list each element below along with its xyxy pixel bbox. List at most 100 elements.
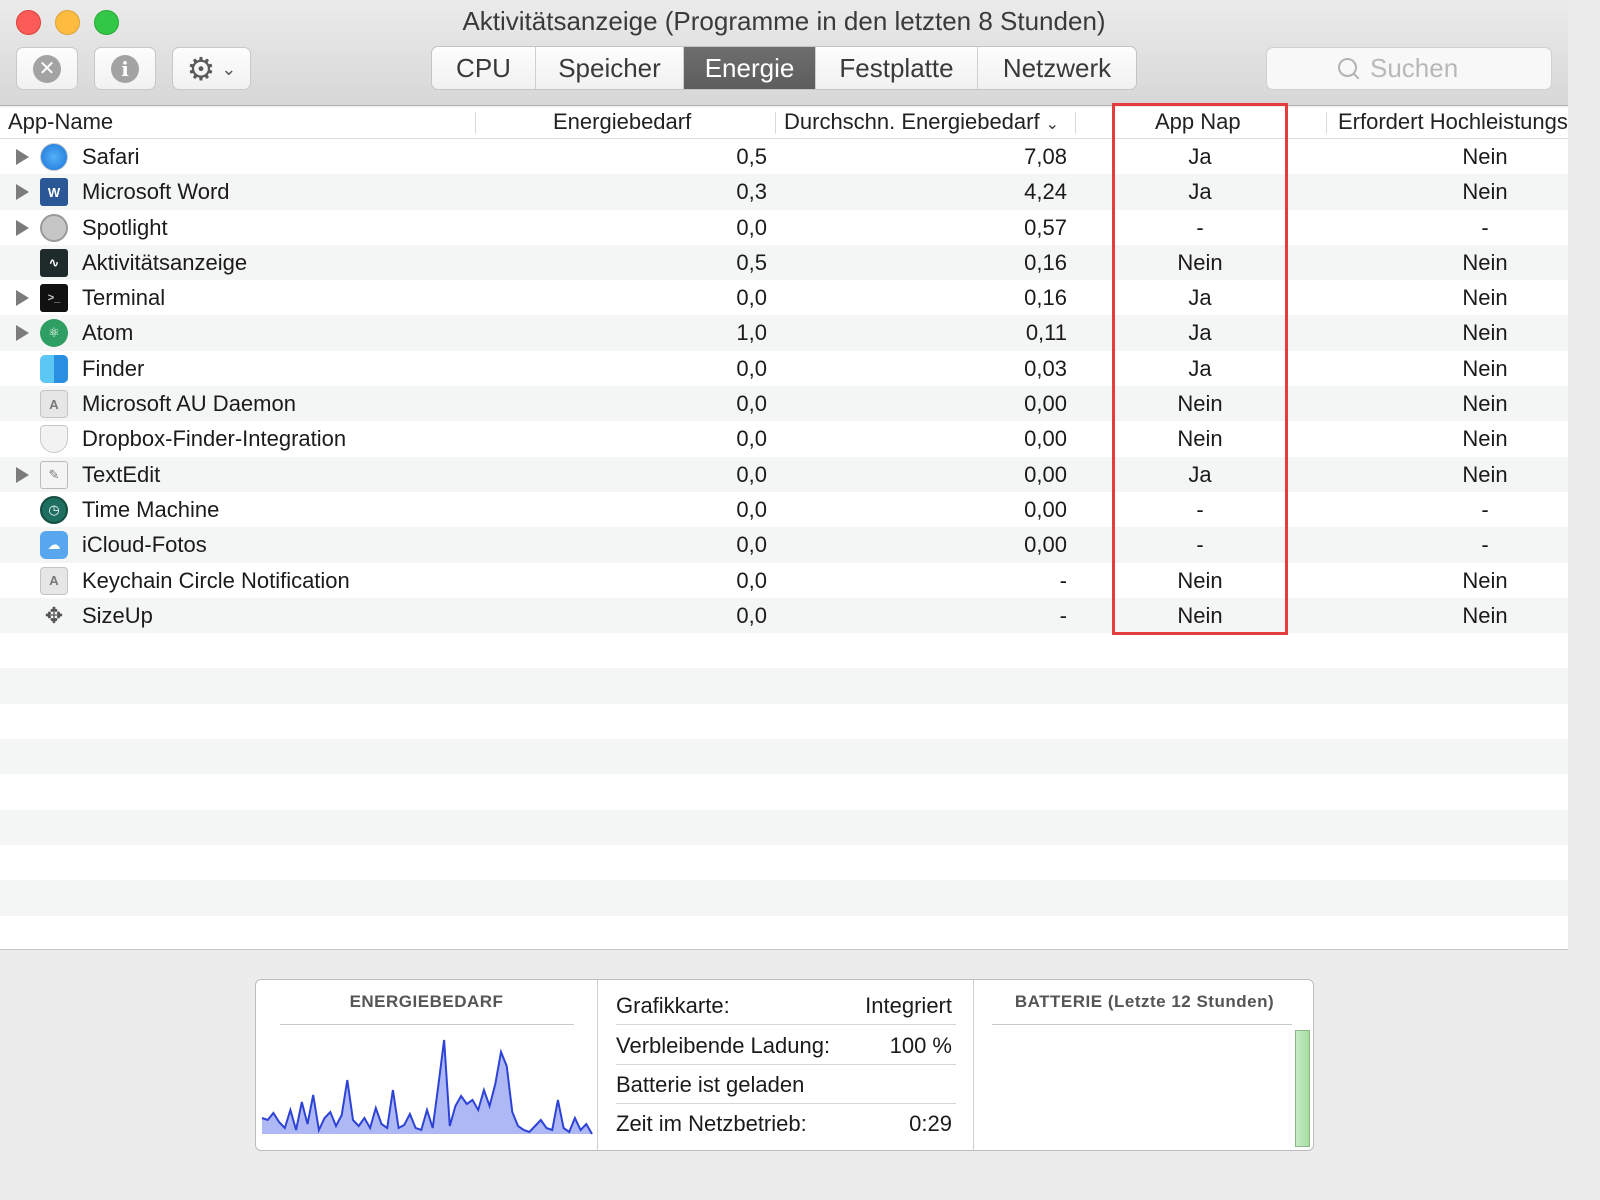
column-header-app-name[interactable]: App-Name [8,107,113,139]
tab-bar: CPU Speicher Energie Festplatte Netzwerk [431,46,1137,90]
energy-chart-section: ENERGIEBEDARF [256,980,598,1150]
table-row[interactable]: ∿ Aktivitätsanzeige 0,5 0,16 Nein Nein [0,244,1568,281]
stat-remaining-charge: Verbleibende Ladung: 100 % [616,1026,956,1065]
energy-chart-title: ENERGIEBEDARF [349,992,504,1011]
disclosure-triangle-icon[interactable] [16,290,29,307]
table-row[interactable]: A Microsoft AU Daemon 0,0 0,00 Nein Nein [0,386,1568,422]
app-name-cell: Aktivitätsanzeige [82,249,248,275]
app-nap-cell: - [1196,496,1204,522]
table-row[interactable]: Spotlight 0,0 0,57 - - [0,210,1568,245]
avg-energy-cell: 0,11 [1025,320,1067,346]
high-performance-cell: Nein [1462,567,1508,593]
table-row[interactable]: ✥ SizeUp 0,0 - Nein Nein [0,597,1568,634]
avg-energy-cell: 7,08 [1024,144,1067,169]
disclosure-triangle-icon[interactable] [16,219,29,236]
energy-cell: 0,0 [736,461,767,487]
high-performance-cell: Nein [1462,144,1508,169]
avg-energy-cell: 0,00 [1024,532,1067,558]
energy-cell: 0,0 [736,567,767,593]
tab-festplatte[interactable]: Festplatte [816,47,978,89]
avg-energy-cell: 0,16 [1024,249,1067,275]
energy-cell: 0,0 [736,426,767,452]
table-row[interactable]: ⚛ Atom 1,0 0,11 Ja Nein [0,315,1568,351]
stat-label: Zeit im Netzbetrieb: [616,1111,807,1136]
table-body: Safari 0,5 7,08 Ja Nein W Microsoft Word 0,3 4,2… [0,139,1568,949]
avg-energy-cell: - [1059,567,1067,593]
inspect-process-button[interactable]: i [94,47,156,90]
word-icon: W [40,178,68,207]
app-nap-cell: Ja [1188,144,1212,169]
avg-energy-cell: 0,57 [1024,214,1067,240]
icloud-icon: ☁ [40,531,68,560]
disclosure-triangle-icon[interactable] [16,466,29,483]
table-row[interactable]: ☁ iCloud-Fotos 0,0 0,00 - - [0,527,1568,563]
table-row[interactable]: Finder 0,0 0,03 Ja Nein [0,351,1568,386]
table-row[interactable]: >_ Terminal 0,0 0,16 Ja Nein [0,280,1568,315]
high-performance-cell: Nein [1462,461,1508,487]
search-input[interactable] [1370,53,1480,84]
stat-label: Grafikkarte: [616,993,730,1018]
action-menu-button[interactable]: ⚙ ⌄ [172,47,251,90]
chevron-down-icon: ⌄ [221,58,237,79]
terminal-icon: >_ [40,284,68,313]
table-row[interactable]: ✎ TextEdit 0,0 0,00 Ja Nein [0,456,1568,492]
stat-graphics-card: Grafikkarte: Integriert [616,986,956,1025]
atom-icon: ⚛ [40,319,68,348]
activity-monitor-icon: ∿ [40,248,68,277]
column-header-app-nap[interactable]: App Nap [1155,107,1241,139]
energy-graph-area [262,1040,592,1134]
table-row[interactable]: ◷ Time Machine 0,0 0,00 - - [0,492,1568,527]
stat-label: Batterie ist geladen [616,1072,805,1097]
high-performance-cell: - [1481,496,1489,522]
column-header-avg-energy[interactable]: Durchschn. Energiebedarf ⌄ [784,107,1059,139]
app-nap-cell: Nein [1177,426,1223,452]
empty-row [0,916,1568,949]
energy-cell: 0,0 [736,496,767,522]
app-name-cell: Finder [82,355,145,381]
avg-energy-cell: 0,00 [1024,426,1067,452]
app-name-cell: Time Machine [82,496,220,522]
column-header-energy[interactable]: Energiebedarf [553,107,691,139]
high-performance-cell: Nein [1462,285,1508,311]
empty-row [0,739,1568,775]
empty-row [0,704,1568,739]
stop-process-button[interactable]: ✕ [16,47,78,90]
energy-summary-panel: ENERGIEBEDARF Grafikkarte: Integriert Ve… [255,979,1314,1151]
app-nap-cell: Ja [1188,355,1212,381]
disclosure-triangle-icon[interactable] [16,325,29,342]
table-row[interactable]: A Keychain Circle Notification 0,0 - Nein Nei… [0,563,1568,598]
sort-descending-icon: ⌄ [1045,116,1059,133]
disclosure-triangle-icon[interactable] [16,149,29,165]
sizeup-icon: ✥ [44,602,64,628]
table-row[interactable]: Safari 0,5 7,08 Ja Nein [0,139,1568,174]
app-nap-cell: Nein [1177,391,1223,417]
energy-cell: 0,0 [736,285,767,311]
empty-row [0,809,1568,845]
energy-cell: 0,0 [736,602,767,628]
search-field[interactable] [1266,47,1552,90]
table-row[interactable]: W Microsoft Word 0,3 4,24 Ja Nein [0,174,1568,210]
empty-row [0,774,1568,809]
app-nap-cell: Nein [1177,567,1223,593]
finder-icon [40,354,68,383]
high-performance-cell: Nein [1462,320,1508,346]
high-performance-cell: Nein [1462,355,1508,381]
tab-netzwerk[interactable]: Netzwerk [978,47,1136,89]
energy-impact-graph [261,1039,593,1135]
avg-energy-cell: 0,16 [1024,285,1067,311]
empty-row [0,633,1568,668]
empty-row [0,668,1568,704]
avg-energy-cell: - [1059,602,1067,628]
tab-energie[interactable]: Energie [684,47,816,89]
avg-energy-cell: 4,24 [1024,179,1067,205]
table-row[interactable]: Dropbox-Finder-Integration 0,0 0,00 Nein Nei… [0,421,1568,456]
avg-energy-cell: 0,00 [1024,461,1067,487]
app-name-cell: Safari [82,144,140,169]
tab-speicher[interactable]: Speicher [536,47,684,89]
energy-cell: 0,3 [736,179,767,205]
tab-cpu[interactable]: CPU [432,47,536,89]
spotlight-icon [40,213,68,242]
energy-cell: 0,0 [736,391,767,417]
disclosure-triangle-icon[interactable] [16,184,29,201]
column-header-high-performance[interactable]: Erfordert Hochleistungs [1338,107,1568,139]
